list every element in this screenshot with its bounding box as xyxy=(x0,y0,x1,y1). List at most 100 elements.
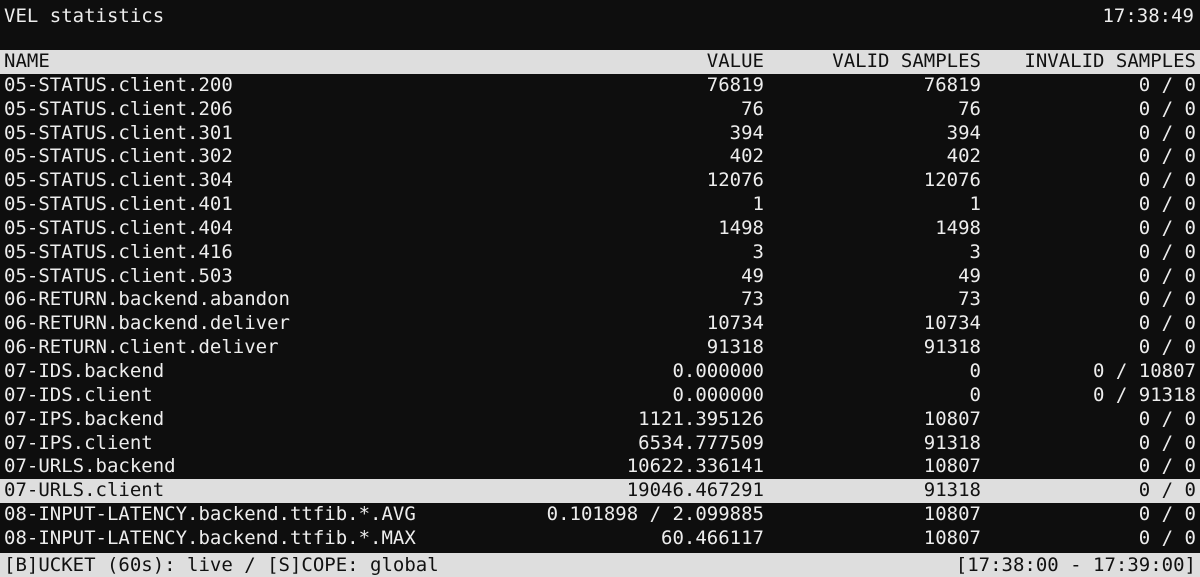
table-row[interactable]: 05-STATUS.client.301 394 394 0 / 0 xyxy=(0,122,1200,146)
terminal-window: VEL statistics 17:38:49 NAME VALUE VALID… xyxy=(0,0,1200,577)
table-row[interactable]: 07-IDS.backend 0.000000 0 0 / 10807 xyxy=(0,360,1200,384)
metric-name: 05-STATUS.client.503 xyxy=(4,264,233,287)
table-row[interactable]: 05-STATUS.client.404 1498 1498 0 / 0 xyxy=(0,217,1200,241)
metric-name: 08-INPUT-LATENCY.backend.ttfib.*.MAX xyxy=(4,526,416,549)
invalid-samples: 0 / 0 xyxy=(1138,479,1196,502)
table-row[interactable]: 07-IDS.client 0.000000 0 0 / 91318 xyxy=(0,384,1200,408)
metric-value: 10734 xyxy=(706,312,764,335)
metric-value: 12076 xyxy=(706,169,764,192)
table-row[interactable]: 06-RETURN.backend.abandon 73 73 0 / 0 xyxy=(0,288,1200,312)
metric-name: 05-STATUS.client.404 xyxy=(4,216,233,239)
valid-samples: 10807 xyxy=(923,503,981,526)
valid-samples: 10734 xyxy=(923,312,981,335)
table-row[interactable]: 06-RETURN.client.deliver 91318 91318 0 / 0 xyxy=(0,336,1200,360)
metric-value: 0.101898 / 2.099885 xyxy=(546,503,764,526)
table-row[interactable]: 07-URLS.client 19046.467291 91318 0 / 0 xyxy=(0,479,1200,504)
table-row[interactable]: 05-STATUS.client.200 76819 76819 0 / 0 xyxy=(0,74,1200,98)
table-row[interactable]: 08-INPUT-LATENCY.backend.ttfib.*.AVG 0.10… xyxy=(0,503,1200,527)
metric-name: 05-STATUS.client.401 xyxy=(4,193,233,216)
table-row[interactable]: 05-STATUS.client.304 12076 12076 0 / 0 xyxy=(0,169,1200,193)
invalid-samples: 0 / 0 xyxy=(1138,145,1196,168)
table-row[interactable]: 05-STATUS.client.401 1 1 0 / 0 xyxy=(0,193,1200,217)
invalid-samples: 0 / 0 xyxy=(1138,336,1196,359)
metric-value: 0.000000 xyxy=(672,359,764,382)
stats-table: NAME VALUE VALID SAMPLES INVALID SAMPLES… xyxy=(0,50,1200,551)
valid-samples: 1 xyxy=(969,193,981,216)
metric-value: 60.466117 xyxy=(661,526,764,549)
table-row[interactable]: 07-URLS.backend 10622.336141 10807 0 / 0 xyxy=(0,455,1200,479)
valid-samples: 12076 xyxy=(923,169,981,192)
valid-samples: 402 xyxy=(946,145,981,168)
column-header-value: VALUE xyxy=(706,50,764,72)
status-bar: [B]UCKET (60s): live / [S]COPE: global [… xyxy=(0,553,1200,577)
metric-value: 1121.395126 xyxy=(638,407,764,430)
valid-samples: 0 xyxy=(969,359,981,382)
invalid-samples: 0 / 91318 xyxy=(1093,383,1196,406)
valid-samples: 76 xyxy=(958,97,981,120)
invalid-samples: 0 / 0 xyxy=(1138,455,1196,478)
time-range: [17:38:00 - 17:39:00] xyxy=(955,554,1196,576)
invalid-samples: 0 / 0 xyxy=(1138,264,1196,287)
metric-name: 06-RETURN.client.deliver xyxy=(4,336,279,359)
table-row[interactable]: 05-STATUS.client.206 76 76 0 / 0 xyxy=(0,98,1200,122)
invalid-samples: 0 / 0 xyxy=(1138,503,1196,526)
metric-value: 73 xyxy=(741,288,764,311)
table-row[interactable]: 07-IPS.client 6534.777509 91318 0 / 0 xyxy=(0,432,1200,456)
valid-samples: 0 xyxy=(969,383,981,406)
invalid-samples: 0 / 0 xyxy=(1138,312,1196,335)
metric-value: 6534.777509 xyxy=(638,431,764,454)
invalid-samples: 0 / 0 xyxy=(1138,526,1196,549)
table-row[interactable]: 05-STATUS.client.503 49 49 0 / 0 xyxy=(0,265,1200,289)
metric-name: 08-INPUT-LATENCY.backend.ttfib.*.AVG xyxy=(4,503,416,526)
valid-samples: 1498 xyxy=(935,216,981,239)
metric-value: 49 xyxy=(741,264,764,287)
valid-samples: 10807 xyxy=(923,455,981,478)
invalid-samples: 0 / 0 xyxy=(1138,97,1196,120)
invalid-samples: 0 / 0 xyxy=(1138,431,1196,454)
metric-value: 19046.467291 xyxy=(626,479,764,502)
invalid-samples: 0 / 0 xyxy=(1138,240,1196,263)
bucket-scope-status[interactable]: [B]UCKET (60s): live / [S]COPE: global xyxy=(4,553,439,577)
metric-name: 07-IPS.backend xyxy=(4,407,165,430)
clock: 17:38:49 xyxy=(1102,5,1194,27)
metric-name: 05-STATUS.client.200 xyxy=(4,73,233,96)
column-header-name: NAME xyxy=(4,50,50,72)
table-row[interactable]: 08-INPUT-LATENCY.backend.ttfib.*.MAX 60.4… xyxy=(0,527,1200,551)
metric-value: 91318 xyxy=(706,336,764,359)
table-row[interactable]: 05-STATUS.client.302 402 402 0 / 0 xyxy=(0,145,1200,169)
table-row[interactable]: 05-STATUS.client.416 3 3 0 / 0 xyxy=(0,241,1200,265)
valid-samples: 73 xyxy=(958,288,981,311)
invalid-samples: 0 / 0 xyxy=(1138,407,1196,430)
table-header: NAME VALUE VALID SAMPLES INVALID SAMPLES xyxy=(0,50,1200,74)
valid-samples: 10807 xyxy=(923,526,981,549)
valid-samples: 91318 xyxy=(923,431,981,454)
metric-value: 76 xyxy=(741,97,764,120)
metric-name: 05-STATUS.client.302 xyxy=(4,145,233,168)
metric-name: 07-IDS.backend xyxy=(4,359,165,382)
metric-value: 394 xyxy=(729,121,764,144)
metric-name: 05-STATUS.client.304 xyxy=(4,169,233,192)
metric-name: 06-RETURN.backend.abandon xyxy=(4,288,290,311)
metric-name: 06-RETURN.backend.deliver xyxy=(4,312,290,335)
metric-name: 05-STATUS.client.206 xyxy=(4,97,233,120)
invalid-samples: 0 / 0 xyxy=(1138,216,1196,239)
valid-samples: 394 xyxy=(946,121,981,144)
invalid-samples: 0 / 0 xyxy=(1138,288,1196,311)
metric-name: 05-STATUS.client.301 xyxy=(4,121,233,144)
metric-value: 0.000000 xyxy=(672,383,764,406)
metric-value: 1 xyxy=(752,193,764,216)
invalid-samples: 0 / 10807 xyxy=(1093,359,1196,382)
table-row[interactable]: 06-RETURN.backend.deliver 10734 10734 0 / 0 xyxy=(0,312,1200,336)
column-header-valid-samples: VALID SAMPLES xyxy=(832,50,981,72)
metric-value: 3 xyxy=(752,240,764,263)
metric-value: 10622.336141 xyxy=(626,455,764,478)
table-row[interactable]: 07-IPS.backend 1121.395126 10807 0 / 0 xyxy=(0,408,1200,432)
valid-samples: 3 xyxy=(969,240,981,263)
metric-value: 76819 xyxy=(706,73,764,96)
valid-samples: 91318 xyxy=(923,336,981,359)
metric-name: 07-URLS.backend xyxy=(4,455,176,478)
valid-samples: 76819 xyxy=(923,73,981,96)
metric-name: 05-STATUS.client.416 xyxy=(4,240,233,263)
metric-name: 07-URLS.client xyxy=(4,479,165,502)
metric-value: 402 xyxy=(729,145,764,168)
